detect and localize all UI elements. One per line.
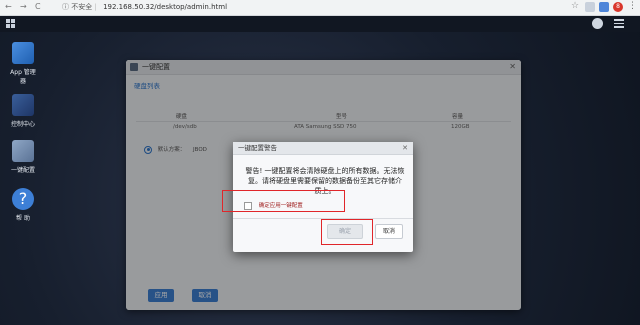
dialog-title: 一键配置警告 [238, 144, 277, 152]
address-bar[interactable]: ⓘ 不安全 | 192.168.50.32/desktop/admin.html [62, 2, 227, 13]
back-icon[interactable]: ← [5, 2, 12, 11]
browser-menu-icon[interactable]: ⋮ [628, 1, 637, 11]
browser-toolbar: ← → C ⓘ 不安全 | 192.168.50.32/desktop/admi… [0, 0, 640, 16]
app-label: 帮 助 [16, 215, 30, 222]
dialog-titlebar: 一键配置警告 ✕ [233, 142, 413, 155]
one-click-config-icon [12, 140, 34, 162]
app-label: 一键配置 [10, 167, 35, 174]
extension-icon[interactable] [585, 2, 595, 12]
desktop-topbar [0, 16, 640, 32]
profile-badge[interactable]: 8 [613, 2, 623, 12]
control-center-shortcut[interactable]: 控制中心 [8, 94, 38, 128]
reload-icon[interactable]: C [35, 2, 41, 11]
app-label: App 管理器 [10, 69, 36, 85]
checkbox-highlight-box [222, 190, 345, 212]
extension-icon-2[interactable] [599, 2, 609, 12]
url-text[interactable]: 192.168.50.32/desktop/admin.html [103, 3, 227, 11]
menu-icon[interactable] [614, 19, 624, 28]
one-click-config-shortcut[interactable]: 一键配置 [8, 140, 38, 174]
info-icon[interactable]: ⓘ [62, 3, 69, 11]
security-label: 不安全 [71, 3, 93, 11]
app-launcher-icon[interactable] [6, 19, 16, 29]
app-label: 控制中心 [10, 121, 35, 128]
dialog-cancel-button[interactable]: 取消 [375, 224, 403, 239]
control-center-icon [12, 94, 34, 116]
help-shortcut[interactable]: ? 帮 助 [8, 188, 38, 222]
app-manager-shortcut[interactable]: App 管理器 [8, 42, 38, 85]
ok-button-highlight-box [321, 219, 373, 245]
forward-icon[interactable]: → [20, 2, 27, 11]
star-icon[interactable]: ☆ [571, 1, 579, 11]
app-manager-icon [12, 42, 34, 64]
user-icon[interactable] [592, 18, 603, 29]
help-icon: ? [12, 188, 34, 210]
dialog-close-icon[interactable]: ✕ [402, 142, 408, 154]
